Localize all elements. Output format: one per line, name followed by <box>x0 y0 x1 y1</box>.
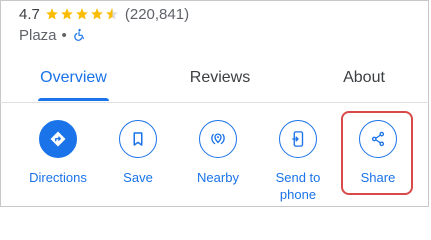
star-icon <box>46 8 58 20</box>
review-count[interactable]: (220,841) <box>125 6 189 23</box>
tab-about[interactable]: About <box>334 68 394 92</box>
send-to-phone-button[interactable]: Send to phone <box>263 120 333 203</box>
star-icon <box>76 8 88 20</box>
category-row: Plaza • <box>19 25 86 45</box>
directions-circle[interactable] <box>39 120 77 158</box>
nearby-label: Nearby <box>197 170 239 185</box>
star-rating <box>45 7 120 21</box>
directions-label: Directions <box>29 170 87 185</box>
star-icon <box>61 8 73 20</box>
star-icon <box>91 8 103 20</box>
directions-icon <box>50 131 66 147</box>
directions-button[interactable]: Directions <box>23 120 93 186</box>
rating-value: 4.7 <box>19 5 40 23</box>
save-circle[interactable] <box>119 120 157 158</box>
save-label: Save <box>123 170 153 185</box>
bookmark-icon <box>133 132 143 146</box>
nearby-button[interactable]: Nearby <box>183 120 253 186</box>
send-to-phone-label: Send to phone <box>275 170 321 202</box>
tab-overview[interactable]: Overview <box>38 68 109 92</box>
nearby-circle[interactable] <box>199 120 237 158</box>
active-tab-indicator <box>38 98 109 101</box>
category-label[interactable]: Plaza <box>19 27 57 44</box>
send-to-phone-circle[interactable] <box>279 120 317 158</box>
half-star-icon <box>106 8 118 20</box>
send-to-phone-icon <box>292 131 304 147</box>
share-highlight-box <box>341 111 413 195</box>
separator-dot: • <box>61 26 67 44</box>
tab-bar: Overview Reviews About <box>0 56 429 103</box>
wheelchair-icon <box>74 28 84 41</box>
rating-row: 4.7 (220,841) <box>19 4 189 24</box>
nearby-icon <box>211 133 225 145</box>
tab-reviews[interactable]: Reviews <box>180 68 260 92</box>
save-button[interactable]: Save <box>103 120 173 186</box>
